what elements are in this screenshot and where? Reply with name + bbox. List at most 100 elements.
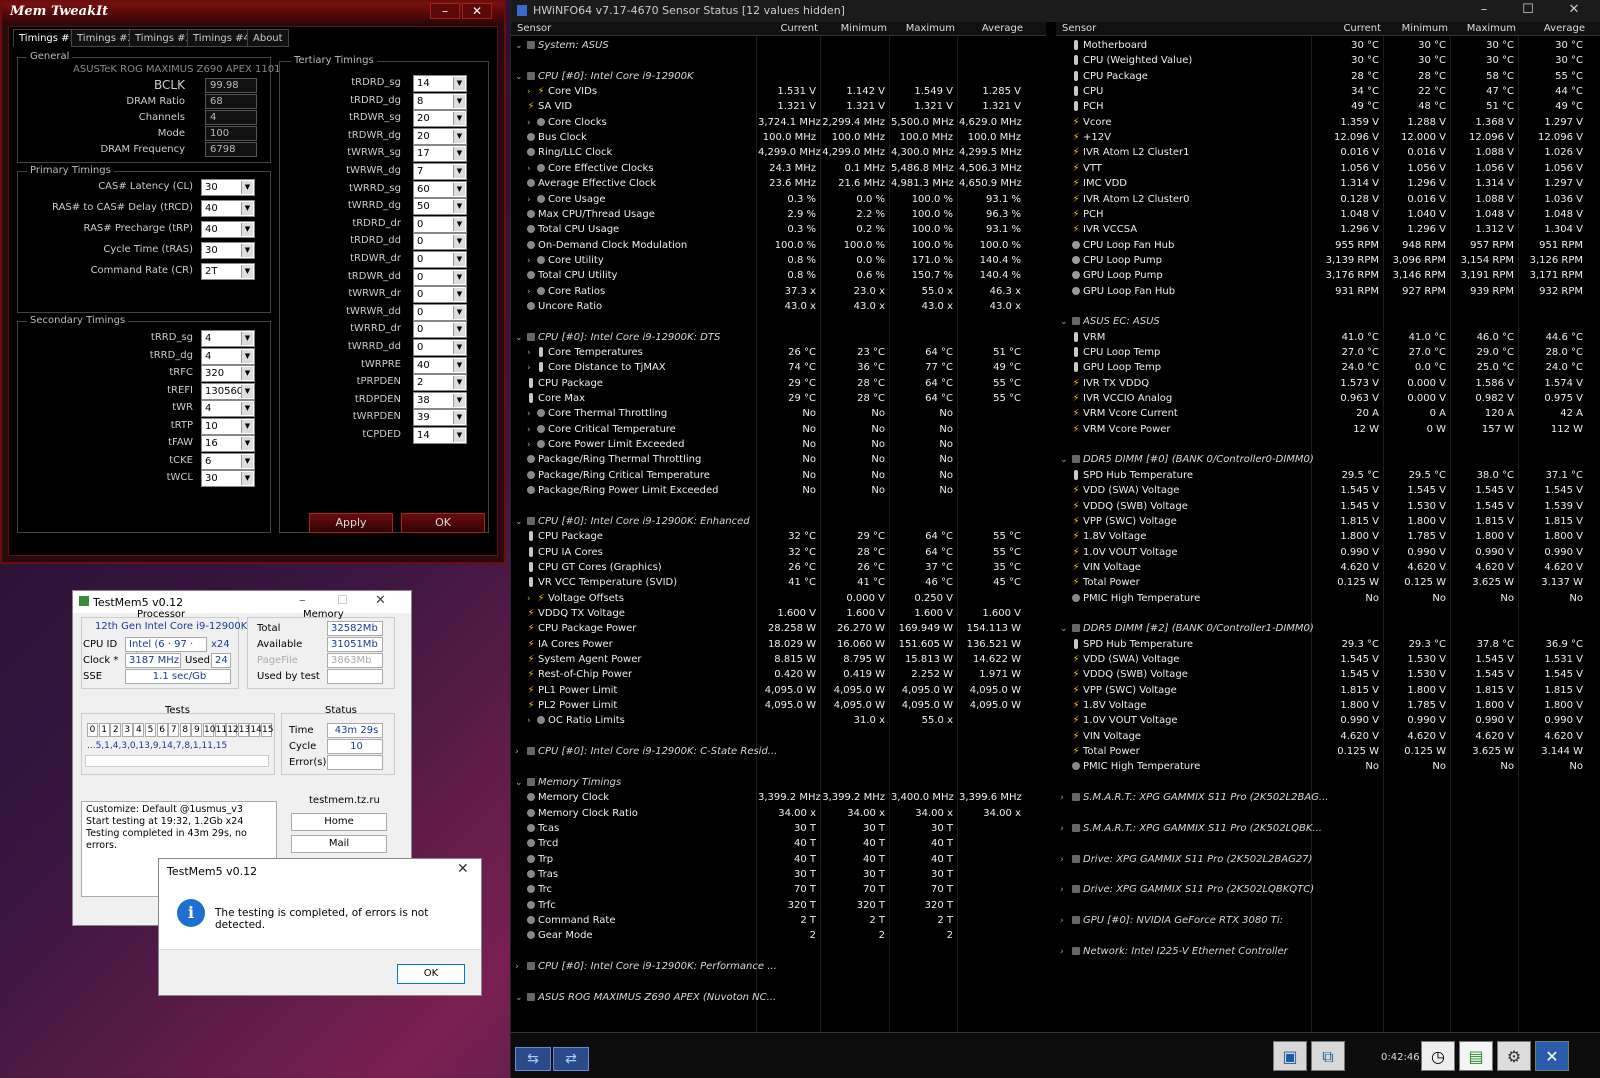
chevron-down-icon[interactable]: ⌄ [1060,453,1070,468]
sensor-row[interactable]: › Core Utility 0.8 % 0.0 % 171.0 % 140.4 % [511,253,1046,269]
sensor-group-header[interactable]: › Network: Intel I225-V Ethernet Controll… [1056,944,1600,960]
tertiary-timing-select[interactable]: 14 ▼ [413,427,467,444]
sensor-row[interactable]: ⚡ IVR VCCIO Analog 0.963 V 0.000 V 0.982 V 0.… [1056,391,1600,407]
tertiary-timing-select[interactable]: 40 ▼ [413,356,467,374]
sensor-row[interactable]: › Core Effective Clocks 24.3 MHz 0.1 MHz 5,4… [511,161,1046,177]
column-header-current[interactable]: Current [1343,23,1381,34]
secondary-timing-select[interactable]: 16 ▼ [201,435,255,452]
sensor-row[interactable]: CPU Loop Fan Hub 955 RPM 948 RPM 957 RPM 951… [1056,238,1600,254]
minimize-button[interactable]: – [430,3,460,19]
sensor-row[interactable]: Trp 40 T 40 T 40 T [511,852,1046,868]
sensor-row[interactable]: CPU Package 32 °C 29 °C 64 °C 55 °C [511,529,1046,545]
sensor-group-header[interactable]: ⌄ ASUS EC: ASUS [1056,314,1600,330]
sensor-panel-right[interactable]: Sensor Current Minimum Maximum Average Mother… [1056,22,1600,1032]
sensor-panel-left[interactable]: Sensor Current Minimum Maximum Average ⌄ Syste… [511,22,1046,1032]
network-icon[interactable]: ⧉ [1311,1041,1345,1071]
column-header-maximum[interactable]: Maximum [906,23,955,34]
primary-timing-select[interactable]: 2T ▼ [201,263,255,280]
secondary-timing-select[interactable]: 4 ▼ [201,400,255,417]
sensor-row[interactable]: ⚡ VRM Vcore Current 20 A 0 A 120 A 42 A [1056,406,1600,422]
tertiary-timing-select[interactable]: 0 ▼ [413,321,467,339]
chevron-right-icon[interactable]: › [527,407,537,422]
chevron-down-icon[interactable]: ▼ [453,323,465,337]
primary-timing-select[interactable]: 40 ▼ [201,221,255,238]
sensor-row[interactable]: Package/Ring Power Limit Exceeded No No No [511,483,1046,499]
apply-button[interactable]: Apply [309,513,393,533]
sensor-row[interactable]: ⚡ VDD (SWA) Voltage 1.545 V 1.545 V 1.545 V 1… [1056,483,1600,499]
sensor-row[interactable]: ⚡ VRM Vcore Power 12 W 0 W 157 W 112 W [1056,422,1600,438]
sensor-row[interactable]: ⚡ 1.0V VOUT Voltage 0.990 V 0.990 V 0.990 V 0… [1056,545,1600,561]
sensor-row[interactable]: VRM 41.0 °C 41.0 °C 46.0 °C 44.6 °C [1056,330,1600,346]
sensor-row[interactable]: Total CPU Usage 0.3 % 0.2 % 100.0 % 93.1 % [511,222,1046,238]
hwinfo-titlebar[interactable]: HWiNFO64 v7.17-4670 Sensor Status [12 va… [511,0,1600,22]
primary-timing-select[interactable]: 30 ▼ [201,242,255,259]
sensor-row[interactable]: ⚡ 1.8V Voltage 1.800 V 1.785 V 1.800 V 1.800 … [1056,698,1600,714]
sensor-group-header[interactable]: ⌄ DDR5 DIMM [#0] (BANK 0/Controller0-DIMM… [1056,452,1600,468]
sensor-row[interactable]: ⚡ CPU Package Power 28.258 W 26.270 W 169.94… [511,621,1046,637]
chevron-down-icon[interactable]: ▼ [241,265,253,278]
chevron-down-icon[interactable]: ▼ [453,270,465,284]
sensor-row[interactable]: Trfc 320 T 320 T 320 T [511,898,1046,914]
sensor-group-header[interactable]: ⌄ ASUS ROG MAXIMUS Z690 APEX (Nuvoton NC.… [511,990,1046,1006]
column-header-minimum[interactable]: Minimum [1402,23,1448,34]
sensor-row[interactable]: Average Effective Clock 23.6 MHz 21.6 MHz 4… [511,176,1046,192]
monitor-icon[interactable]: ▣ [1273,1041,1307,1071]
sensor-row[interactable]: ⚡ IVR Atom L2 Cluster0 0.128 V 0.016 V 1.088… [1056,192,1600,208]
chevron-down-icon[interactable]: ▼ [241,332,253,345]
sensor-group-header[interactable]: › Drive: XPG GAMMIX S11 Pro (2K502L2BAG27… [1056,852,1600,868]
chevron-down-icon[interactable]: ▼ [453,376,465,390]
chevron-down-icon[interactable]: ▼ [453,341,465,354]
sensor-row[interactable]: Command Rate 2 T 2 T 2 T [511,913,1046,929]
sensor-row[interactable]: Core Max 29 °C 28 °C 64 °C 55 °C [511,391,1046,407]
sensor-row[interactable]: ⚡ VTT 1.056 V 1.056 V 1.056 V 1.056 V [1056,161,1600,177]
tab-timings-4[interactable]: Timings #4 [187,29,256,47]
chevron-right-icon[interactable]: › [527,254,537,269]
chevron-down-icon[interactable]: ▼ [453,129,465,143]
sensor-row[interactable]: ⚡ VIN Voltage 4.620 V 4.620 V 4.620 V 4.620 V [1056,560,1600,576]
chevron-right-icon[interactable]: › [1060,945,1070,960]
chevron-down-icon[interactable]: ▼ [453,147,465,161]
sensor-row[interactable]: Ring/LLC Clock 4,299.0 MHz 4,299.0 MHz 4,30… [511,145,1046,161]
chevron-right-icon[interactable]: › [1060,822,1070,837]
sensor-row[interactable]: ⚡ IVR Atom L2 Cluster1 0.016 V 0.016 V 1.088… [1056,145,1600,161]
testmem-titlebar[interactable]: TestMem5 v0.12 – ☐ ✕ [73,591,411,613]
sensor-row[interactable]: ⚡ IA Cores Power 18.029 W 16.060 W 151.605 W… [511,637,1046,653]
sensor-group-header[interactable]: ⌄ CPU [#0]: Intel Core i9-12900K: Enhance… [511,514,1046,530]
chevron-down-icon[interactable]: ▼ [241,437,253,450]
nav-forward-icon[interactable]: ⇄ [553,1047,589,1071]
chevron-down-icon[interactable]: ⌄ [515,331,525,346]
sensor-row[interactable]: SPD Hub Temperature 29.3 °C 29.3 °C 37.8 °C… [1056,637,1600,653]
chevron-right-icon[interactable]: › [1060,853,1070,868]
secondary-timing-select[interactable]: 4 ▼ [201,347,255,365]
chevron-down-icon[interactable]: ▼ [241,202,253,215]
chevron-right-icon[interactable]: › [515,745,525,760]
chevron-down-icon[interactable]: ▼ [453,112,465,126]
sensor-row[interactable]: › Core Temperatures 26 °C 23 °C 64 °C 51 °C [511,345,1046,361]
sensor-row[interactable]: › OC Ratio Limits 31.0 x 55.0 x [511,713,1046,729]
chevron-right-icon[interactable]: › [527,116,537,131]
sensor-row[interactable]: › Core Power Limit Exceeded No No No [511,437,1046,453]
sensor-row[interactable]: Memory Clock 3,399.2 MHz 3,399.2 MHz 3,400.… [511,790,1046,806]
tertiary-timing-select[interactable]: 0 ▼ [413,303,467,321]
tertiary-timing-select[interactable]: 17 ▼ [413,145,467,163]
tertiary-timing-select[interactable]: 50 ▼ [413,198,467,216]
tertiary-timing-select[interactable]: 39 ▼ [413,409,467,427]
chevron-down-icon[interactable]: ▼ [453,94,465,108]
chevron-down-icon[interactable]: ▼ [241,384,253,398]
chevron-right-icon[interactable]: › [515,960,525,975]
memtweakit-titlebar[interactable]: Mem TweakIt – ✕ [2,2,504,22]
sensor-row[interactable]: ⚡ Total Power 0.125 W 0.125 W 3.625 W 3.137 W [1056,575,1600,591]
sensor-row[interactable]: Package/Ring Critical Temperature No No No [511,468,1046,484]
sensor-row[interactable]: ⚡ PL1 Power Limit 4,095.0 W 4,095.0 W 4,095.… [511,683,1046,699]
tertiary-timing-select[interactable]: 0 ▼ [413,251,467,268]
chevron-right-icon[interactable]: › [527,714,537,729]
chevron-down-icon[interactable]: ⌄ [515,991,525,1006]
sensor-row[interactable]: › Core Distance to TjMAX 74 °C 36 °C 77 °C 49… [511,360,1046,376]
sensor-row[interactable]: SPD Hub Temperature 29.5 °C 29.5 °C 38.0 °C… [1056,468,1600,484]
column-header-current[interactable]: Current [780,23,818,34]
sensor-row[interactable]: GPU Loop Fan Hub 931 RPM 927 RPM 939 RPM 932… [1056,284,1600,300]
chevron-right-icon[interactable]: › [1060,791,1070,806]
chevron-down-icon[interactable]: ▼ [241,472,253,485]
sensor-group-header[interactable]: › CPU [#0]: Intel Core i9-12900K: C-State… [511,744,1046,760]
sensor-row[interactable]: CPU 34 °C 22 °C 47 °C 44 °C [1056,84,1600,100]
